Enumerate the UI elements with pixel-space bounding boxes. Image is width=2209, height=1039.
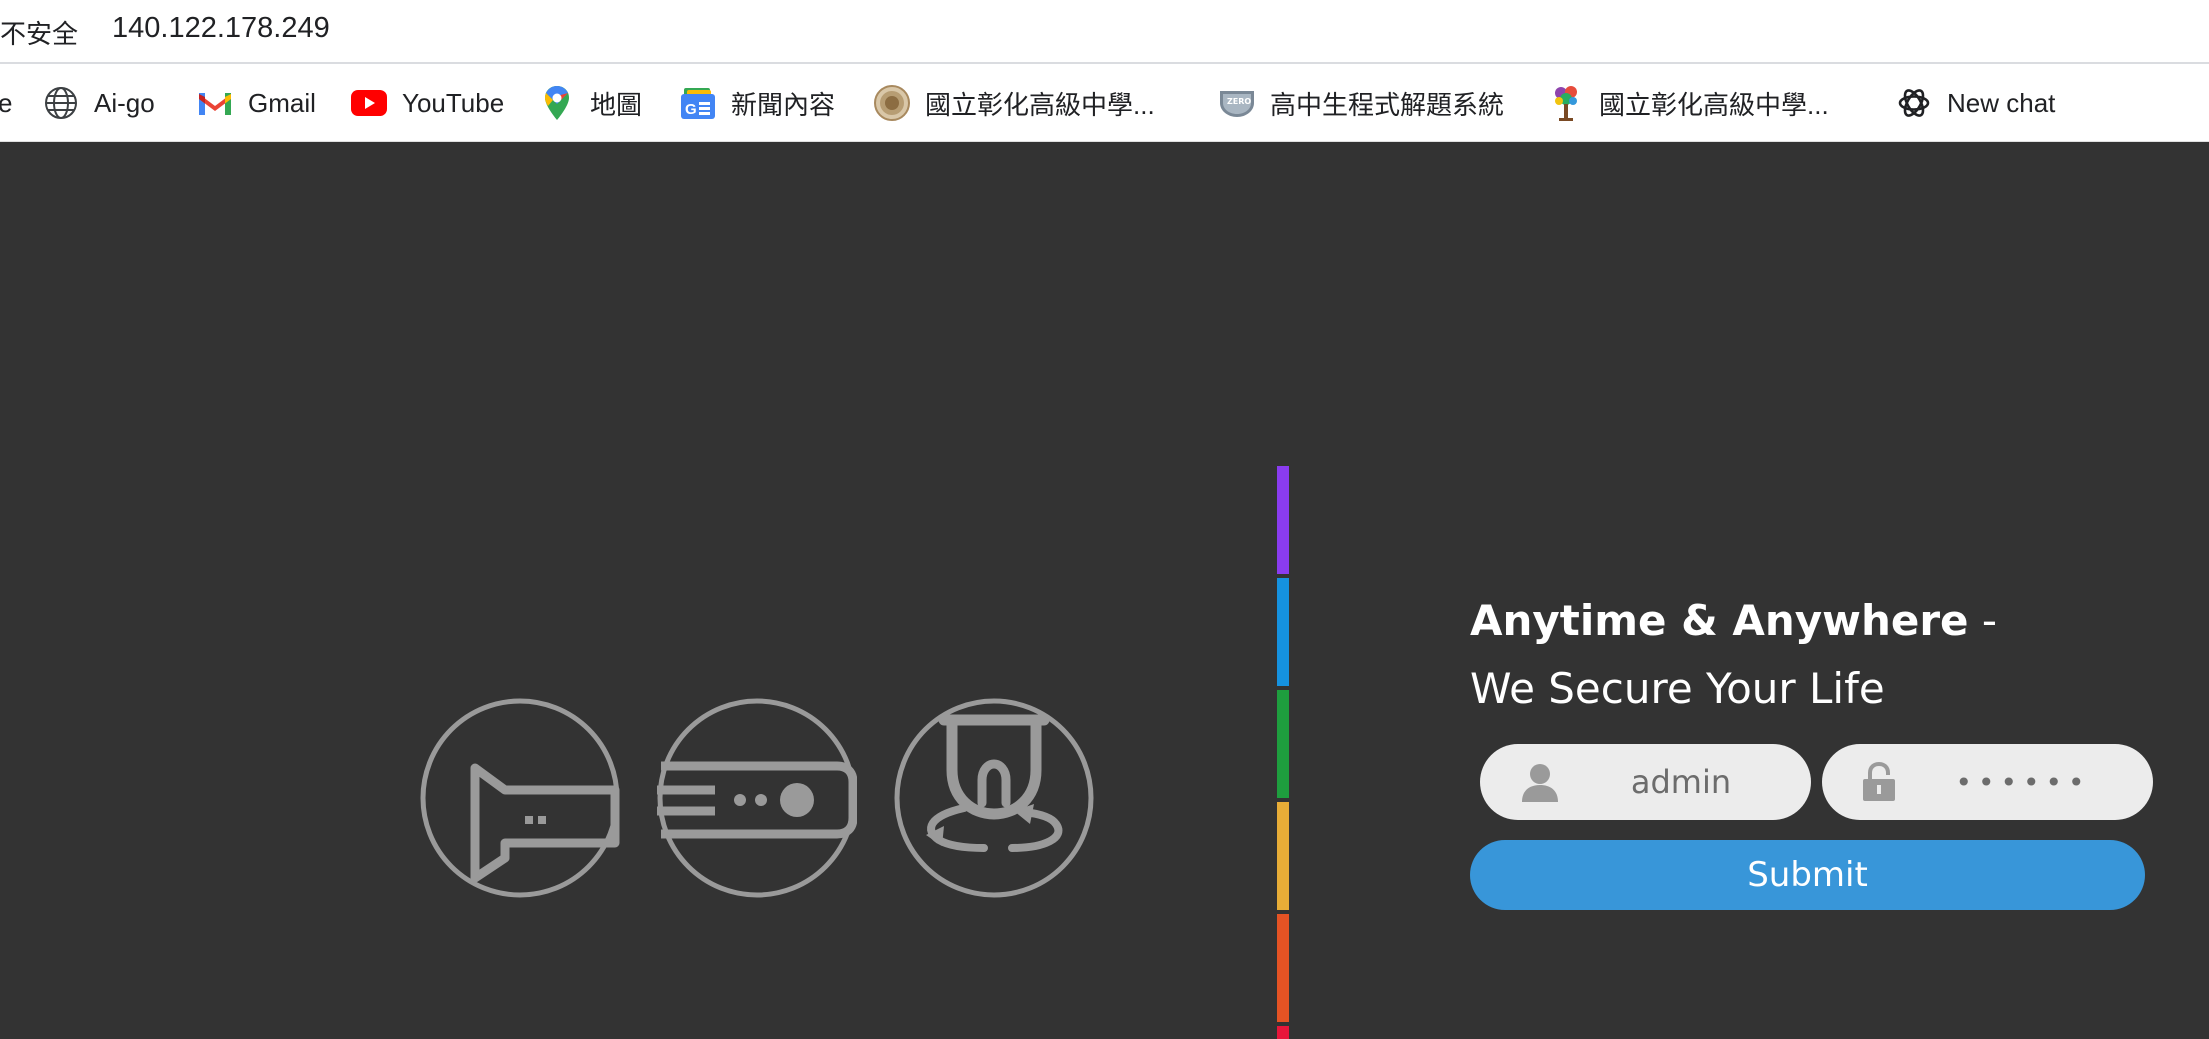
camera-icon xyxy=(420,698,620,898)
username-input[interactable] xyxy=(1570,744,1792,820)
username-field[interactable] xyxy=(1480,744,1811,820)
stripe-blue xyxy=(1277,578,1289,686)
school-seal-icon xyxy=(873,84,911,122)
svg-text:G: G xyxy=(685,101,697,118)
svg-text:ZERO: ZERO xyxy=(1227,97,1251,106)
bookmark-label: Ai-go xyxy=(94,87,155,118)
bookmark-label: 國立彰化高級中學... xyxy=(1599,89,1829,120)
school-tree-icon xyxy=(1547,84,1585,122)
bookmark-label: 高中生程式解題系統 xyxy=(1270,89,1505,120)
password-input[interactable] xyxy=(1912,744,2134,820)
bookmarks-bar: e Ai-go Gmail YouTube 地圖 G 新聞內容 國立彰化高級中學… xyxy=(0,64,2209,142)
bookmark-school-1[interactable]: 國立彰化高級中學... xyxy=(873,64,1155,142)
tagline-heading: Anytime & Anywhere - xyxy=(1470,596,1997,645)
bookmark-label: e xyxy=(0,87,13,118)
bookmark-label: 國立彰化高級中學... xyxy=(925,89,1155,120)
bookmark-label: New chat xyxy=(1947,87,2056,118)
bookmark-cut-off[interactable]: e xyxy=(0,64,12,142)
bookmark-label: YouTube xyxy=(402,87,505,118)
security-warning-label[interactable]: 不安全 xyxy=(0,14,78,51)
zero-judge-icon: ZERO xyxy=(1218,84,1256,122)
bookmark-label: Gmail xyxy=(248,87,316,118)
bookmark-youtube[interactable]: YouTube xyxy=(350,64,504,142)
url-text[interactable]: 140.122.178.249 xyxy=(112,12,330,45)
bookmark-new-chat[interactable]: New chat xyxy=(1895,64,2055,142)
youtube-icon xyxy=(350,84,388,122)
stripe-orange xyxy=(1277,914,1289,1022)
stripe-purple xyxy=(1277,466,1289,574)
stripe-green xyxy=(1277,690,1289,798)
globe-icon xyxy=(42,84,80,122)
address-bar[interactable]: 不安全 140.122.178.249 xyxy=(0,0,2209,64)
maps-pin-icon xyxy=(538,84,576,122)
lock-icon xyxy=(1863,762,1895,801)
gmail-icon xyxy=(196,84,234,122)
stripe-yellow xyxy=(1277,802,1289,910)
bookmark-maps[interactable]: 地圖 xyxy=(538,64,642,142)
bookmark-ai-go[interactable]: Ai-go xyxy=(42,64,155,142)
recorder-icon xyxy=(657,698,857,898)
bookmark-school-2[interactable]: 國立彰化高級中學... xyxy=(1547,64,1829,142)
chatgpt-icon xyxy=(1895,84,1933,122)
tagline-bold: Anytime & Anywhere xyxy=(1470,596,1969,645)
bookmark-zero-judge[interactable]: ZERO 高中生程式解題系統 xyxy=(1218,64,1504,142)
user-icon xyxy=(1522,764,1558,802)
stripe-red xyxy=(1277,1026,1289,1039)
submit-button[interactable]: Submit xyxy=(1470,840,2145,910)
bookmark-news[interactable]: G 新聞內容 xyxy=(679,64,835,142)
password-field[interactable] xyxy=(1822,744,2153,820)
dome-camera-icon xyxy=(894,698,1094,898)
bookmark-label: 地圖 xyxy=(590,89,643,120)
tagline-subheading: We Secure Your Life xyxy=(1470,664,1885,713)
google-news-icon: G xyxy=(679,84,717,122)
bookmark-gmail[interactable]: Gmail xyxy=(196,64,316,142)
bookmark-label: 新聞內容 xyxy=(731,89,836,120)
tagline-dash: - xyxy=(1968,596,1998,645)
